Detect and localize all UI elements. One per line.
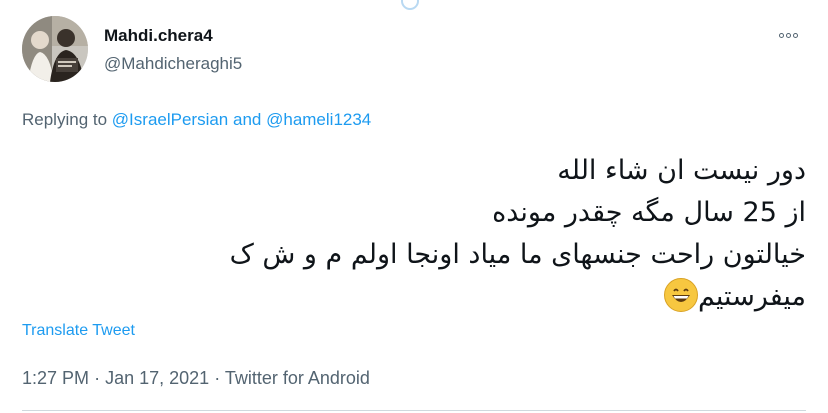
tweet-text: دور نیست ان شاء الله از 25 سال مگه چقدر … <box>120 150 806 318</box>
reply-mention-link[interactable]: @hameli1234 <box>266 110 371 129</box>
replying-prefix: Replying to <box>22 110 108 129</box>
translate-tweet-link[interactable]: Translate Tweet <box>22 322 135 340</box>
more-icon <box>778 32 784 38</box>
tweet-text-last-line: میفرستیم <box>120 276 806 318</box>
divider <box>22 410 806 411</box>
avatar-image <box>22 16 88 82</box>
tweet-metadata: 1:27 PM · Jan 17, 2021 · Twitter for And… <box>22 368 370 389</box>
tweet-text-line: میفرستیم <box>697 281 806 312</box>
thread-connector-dot <box>401 0 419 10</box>
meta-separator: · <box>214 368 221 388</box>
tweet-text-line: خیالتون راحت جنسهای ما میاد اونجا اولم م… <box>229 239 806 270</box>
username[interactable]: @Mahdicheraghi5 <box>104 54 242 74</box>
tweet-date[interactable]: Jan 17, 2021 <box>105 368 209 388</box>
meta-separator: · <box>94 368 101 388</box>
tweet-time[interactable]: 1:27 PM <box>22 368 89 388</box>
more-options-button[interactable] <box>774 24 802 46</box>
emoji-icon <box>671 288 690 302</box>
more-icon <box>785 32 791 38</box>
tweet-source[interactable]: Twitter for Android <box>225 368 370 388</box>
tweet-text-line: از 25 سال مگه چقدر مونده <box>492 197 806 228</box>
grinning-face-emoji-icon <box>663 278 698 312</box>
avatar[interactable] <box>22 16 88 82</box>
more-icon <box>792 32 798 38</box>
display-name[interactable]: Mahdi.chera4 <box>104 26 213 46</box>
replying-to: Replying to @IsraelPersian and @hameli12… <box>22 110 371 130</box>
reply-mention-link[interactable]: @IsraelPersian <box>112 110 228 129</box>
tweet-text-line: دور نیست ان شاء الله <box>557 155 806 186</box>
reply-conjunction[interactable]: and <box>233 110 261 129</box>
top-edge <box>0 0 828 10</box>
